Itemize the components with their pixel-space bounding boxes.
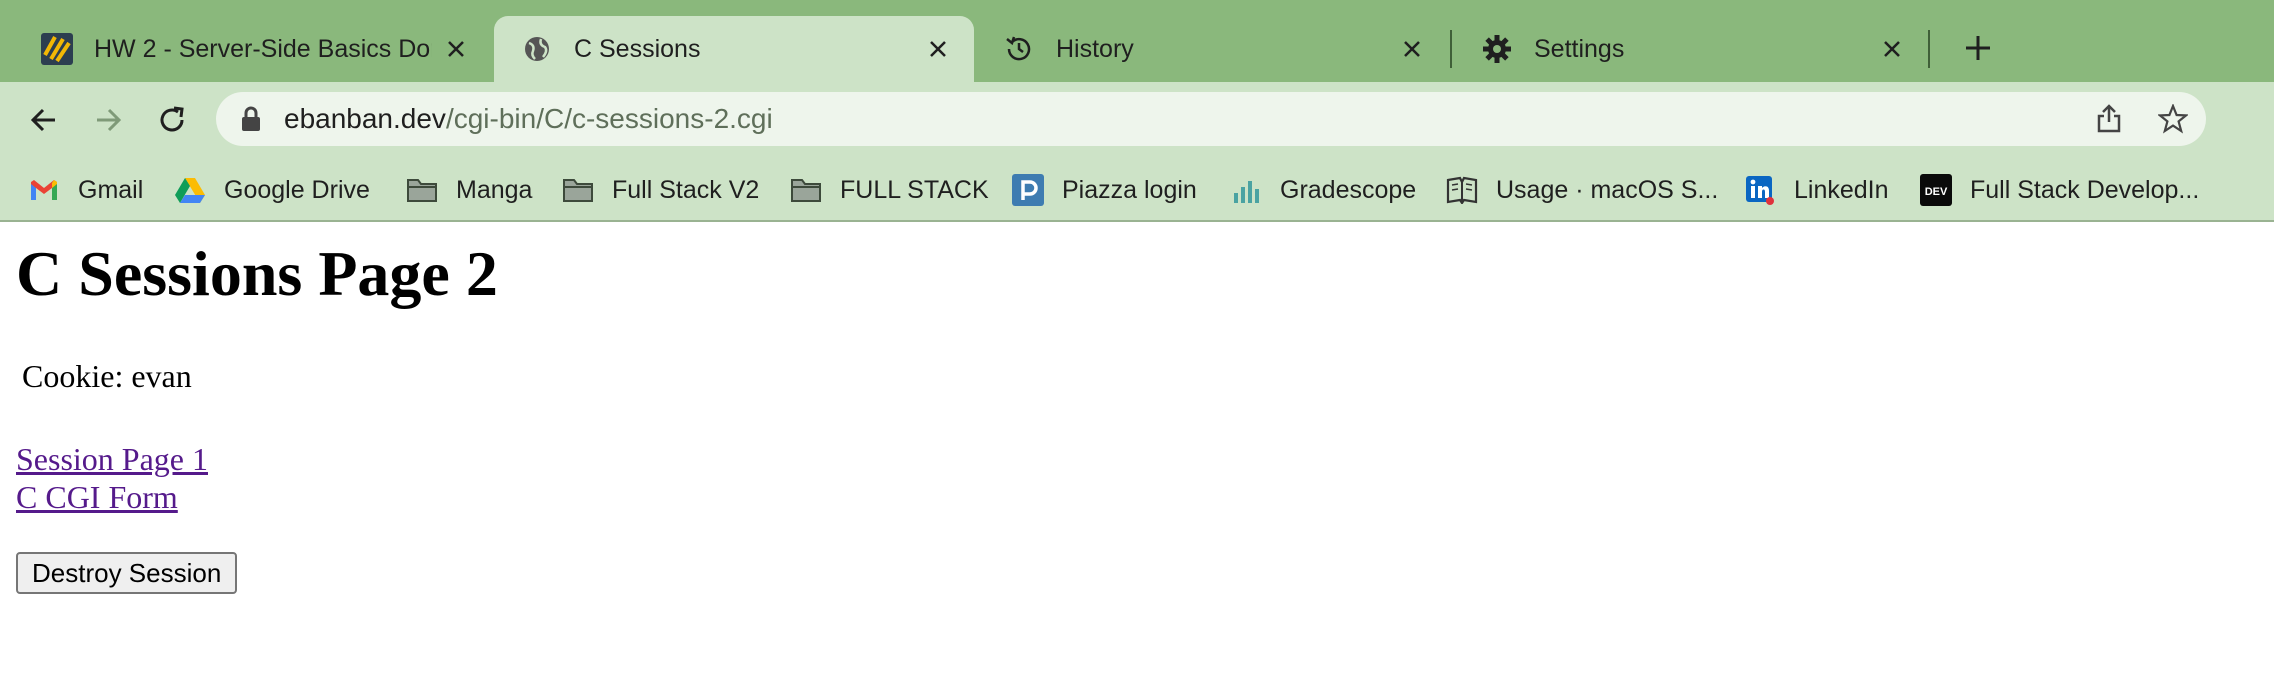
bookmark-full-stack[interactable]: FULL STACK [790, 170, 989, 210]
bookmark-label: FULL STACK [840, 175, 989, 204]
bookmark-label: Manga [456, 175, 533, 204]
hw-favicon-icon [40, 32, 74, 66]
bookmark-label: Usage · macOS S... [1496, 175, 1719, 204]
bookmark-label: LinkedIn [1794, 175, 1889, 204]
back-button[interactable] [24, 100, 64, 140]
tab-separator [1450, 30, 1452, 68]
svg-text:DEV: DEV [1925, 186, 1948, 198]
reload-icon [160, 106, 184, 132]
bookmark-piazza[interactable]: Piazza login [1012, 170, 1197, 210]
close-icon[interactable] [1878, 35, 1906, 63]
bookmark-label: Full Stack Develop... [1970, 175, 2200, 204]
bookmark-label: Full Stack V2 [612, 175, 760, 204]
forward-button[interactable] [88, 100, 128, 140]
google-drive-icon [174, 174, 206, 206]
tab-settings[interactable]: Settings [1454, 16, 1928, 82]
globe-icon [520, 32, 554, 66]
close-icon[interactable] [1398, 35, 1426, 63]
folder-icon [562, 174, 594, 206]
back-arrow-icon [30, 108, 55, 132]
gradescope-icon [1230, 174, 1262, 206]
dev-icon: DEV [1920, 174, 1952, 206]
new-tab-button[interactable] [1958, 28, 1998, 68]
bookmark-gmail[interactable]: Gmail [28, 170, 143, 210]
gmail-icon [28, 174, 60, 206]
tab-separator [1928, 30, 1930, 68]
tab-history[interactable]: History [976, 16, 1448, 82]
page-heading: C Sessions Page 2 [16, 238, 498, 309]
book-icon [1446, 174, 1478, 206]
url-path: /cgi-bin/C/c-sessions-2.cgi [445, 103, 773, 134]
bookmark-google-drive[interactable]: Google Drive [174, 170, 370, 210]
bookmarks-bar: Gmail Google Drive Manga Full Stack V2 F… [0, 158, 2274, 222]
bookmark-usage-macos[interactable]: Usage · macOS S... [1446, 170, 1718, 210]
tab-title: History [1056, 34, 1134, 63]
share-icon [2097, 104, 2121, 133]
bookmark-linkedin[interactable]: LinkedIn [1744, 170, 1889, 210]
url-text[interactable]: ebanban.dev/cgi-bin/C/c-sessions-2.cgi [284, 92, 773, 146]
folder-icon [790, 174, 822, 206]
linkedin-icon [1744, 174, 1776, 206]
bookmark-label: Google Drive [224, 175, 370, 204]
tab-strip: HW 2 - Server-Side Basics Dor C Sessions… [0, 0, 2274, 82]
browser-toolbar: ebanban.dev/cgi-bin/C/c-sessions-2.cgi [0, 82, 2274, 158]
lock-icon[interactable] [240, 106, 262, 132]
tab-title: C Sessions [574, 34, 701, 63]
tab-hw2[interactable]: HW 2 - Server-Side Basics Dor [14, 16, 492, 82]
bookmark-label: Piazza login [1062, 175, 1197, 204]
tab-title: HW 2 - Server-Side Basics Dor [94, 34, 432, 63]
url-domain: ebanban.dev [284, 103, 446, 134]
bookmark-label: Gmail [78, 175, 144, 204]
c-cgi-form-link[interactable]: C CGI Form [16, 478, 178, 516]
page-content: C Sessions Page 2 Cookie: evan Session P… [0, 222, 2274, 692]
bookmark-gradescope[interactable]: Gradescope [1230, 170, 1416, 210]
piazza-icon [1012, 174, 1044, 206]
forward-arrow-icon [97, 108, 122, 132]
star-icon [2158, 104, 2188, 134]
share-button[interactable] [2088, 98, 2130, 140]
bookmark-manga[interactable]: Manga [406, 170, 532, 210]
bookmark-full-stack-develop[interactable]: DEV Full Stack Develop... [1920, 170, 2199, 210]
close-icon[interactable] [442, 35, 470, 63]
gear-icon [1480, 32, 1514, 66]
tab-title: Settings [1534, 34, 1625, 63]
destroy-session-button[interactable]: Destroy Session [16, 552, 238, 594]
bookmark-full-stack-v2[interactable]: Full Stack V2 [562, 170, 759, 210]
tab-c-sessions[interactable]: C Sessions [494, 16, 974, 82]
address-bar[interactable]: ebanban.dev/cgi-bin/C/c-sessions-2.cgi [216, 92, 2206, 146]
bookmark-label: Gradescope [1280, 175, 1417, 204]
close-icon[interactable] [924, 35, 952, 63]
session-page-1-link[interactable]: Session Page 1 [16, 440, 208, 478]
folder-icon [406, 174, 438, 206]
history-icon [1002, 32, 1036, 66]
reload-button[interactable] [152, 100, 192, 140]
plus-icon [1966, 36, 1990, 60]
cookie-text: Cookie: evan [22, 358, 192, 394]
bookmark-star-button[interactable] [2152, 98, 2194, 140]
